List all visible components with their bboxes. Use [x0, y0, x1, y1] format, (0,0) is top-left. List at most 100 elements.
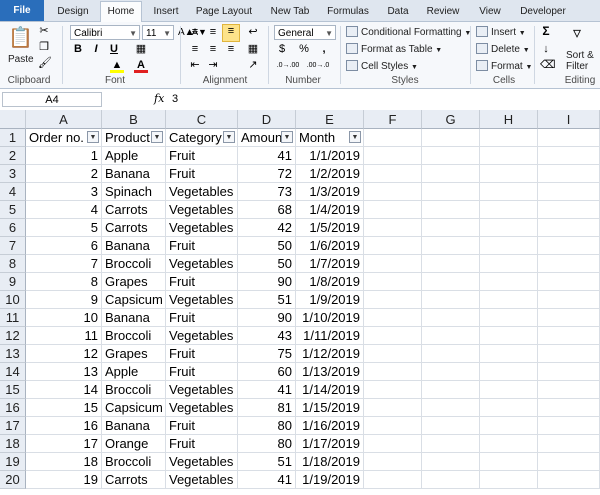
wrap-text-icon[interactable]: ↩: [246, 26, 260, 39]
format-cells-button[interactable]: Format ▼: [476, 60, 532, 72]
currency-button[interactable]: $: [276, 43, 288, 56]
table-cell[interactable]: 43: [238, 327, 296, 345]
table-cell[interactable]: [538, 273, 600, 291]
table-cell[interactable]: 18: [26, 453, 102, 471]
table-cell[interactable]: [538, 471, 600, 489]
column-header[interactable]: F: [364, 110, 422, 129]
table-cell[interactable]: 2: [26, 165, 102, 183]
table-cell[interactable]: [422, 471, 480, 489]
table-cell[interactable]: Vegetables: [166, 255, 238, 273]
table-cell[interactable]: Vegetables: [166, 291, 238, 309]
table-cell[interactable]: [422, 345, 480, 363]
table-cell[interactable]: Fruit: [166, 435, 238, 453]
table-cell[interactable]: 1/15/2019: [296, 399, 364, 417]
table-cell[interactable]: 50: [238, 237, 296, 255]
increase-decimal-button[interactable]: .0→.00: [274, 59, 302, 72]
header-cell[interactable]: [422, 129, 480, 147]
table-cell[interactable]: [538, 381, 600, 399]
table-cell[interactable]: 90: [238, 273, 296, 291]
filter-dropdown-icon[interactable]: ▼: [87, 131, 99, 143]
align-bottom-icon[interactable]: ≡: [222, 24, 240, 42]
table-cell[interactable]: [538, 399, 600, 417]
merge-cells-icon[interactable]: ▦: [246, 43, 260, 56]
table-cell[interactable]: 51: [238, 453, 296, 471]
table-cell[interactable]: [422, 417, 480, 435]
font-size-select[interactable]: 11 ▼: [142, 25, 174, 40]
comma-button[interactable]: ,: [318, 43, 330, 56]
table-cell[interactable]: [480, 201, 538, 219]
filter-dropdown-icon[interactable]: ▼: [223, 131, 235, 143]
italic-button[interactable]: I: [90, 43, 102, 56]
align-right-icon[interactable]: ≡: [224, 43, 238, 56]
table-cell[interactable]: 1/16/2019: [296, 417, 364, 435]
table-cell[interactable]: [422, 201, 480, 219]
table-cell[interactable]: 19: [26, 471, 102, 489]
table-cell[interactable]: 1/4/2019: [296, 201, 364, 219]
table-cell[interactable]: [422, 273, 480, 291]
orientation-icon[interactable]: ↗: [246, 59, 260, 72]
table-cell[interactable]: Fruit: [166, 147, 238, 165]
tab-design[interactable]: Design: [48, 3, 98, 20]
table-cell[interactable]: Carrots: [102, 471, 166, 489]
insert-function-button[interactable]: fx: [154, 92, 164, 105]
table-cell[interactable]: 1/1/2019: [296, 147, 364, 165]
table-cell[interactable]: [480, 453, 538, 471]
table-cell[interactable]: [480, 183, 538, 201]
header-cell[interactable]: Month ▼: [296, 129, 364, 147]
tab-home[interactable]: Home: [100, 1, 142, 23]
row-header[interactable]: 11: [0, 309, 26, 327]
table-cell[interactable]: [480, 417, 538, 435]
cut-icon[interactable]: ✂: [38, 25, 50, 38]
table-cell[interactable]: 14: [26, 381, 102, 399]
column-header[interactable]: H: [480, 110, 538, 129]
table-cell[interactable]: [538, 147, 600, 165]
table-cell[interactable]: 80: [238, 435, 296, 453]
table-cell[interactable]: 1/11/2019: [296, 327, 364, 345]
column-header[interactable]: G: [422, 110, 480, 129]
table-cell[interactable]: Fruit: [166, 309, 238, 327]
table-cell[interactable]: [480, 435, 538, 453]
table-cell[interactable]: 41: [238, 147, 296, 165]
table-cell[interactable]: Broccoli: [102, 381, 166, 399]
table-cell[interactable]: 42: [238, 219, 296, 237]
header-cell[interactable]: [538, 129, 600, 147]
table-cell[interactable]: 73: [238, 183, 296, 201]
table-cell[interactable]: [480, 147, 538, 165]
table-cell[interactable]: [422, 327, 480, 345]
sort-filter-icon[interactable]: ▿: [566, 25, 588, 43]
table-cell[interactable]: Banana: [102, 417, 166, 435]
paste-button[interactable]: Paste: [8, 54, 34, 65]
table-cell[interactable]: [364, 291, 422, 309]
table-cell[interactable]: [364, 453, 422, 471]
column-header[interactable]: C: [166, 110, 238, 129]
table-cell[interactable]: [538, 219, 600, 237]
table-cell[interactable]: Vegetables: [166, 453, 238, 471]
table-cell[interactable]: [538, 309, 600, 327]
table-cell[interactable]: 1/19/2019: [296, 471, 364, 489]
table-cell[interactable]: [538, 327, 600, 345]
tab-insert[interactable]: Insert: [144, 3, 188, 20]
row-header[interactable]: 19: [0, 453, 26, 471]
tab-review[interactable]: Review: [420, 3, 466, 20]
table-cell[interactable]: [364, 165, 422, 183]
table-cell[interactable]: Grapes: [102, 273, 166, 291]
fill-color-icon[interactable]: ▲: [110, 59, 124, 73]
row-header[interactable]: 3: [0, 165, 26, 183]
tab-developer[interactable]: Developer: [512, 3, 574, 20]
table-cell[interactable]: [422, 219, 480, 237]
table-cell[interactable]: 1/5/2019: [296, 219, 364, 237]
align-middle-icon[interactable]: ≡: [206, 26, 220, 39]
tab-new-tab[interactable]: New Tab: [262, 3, 318, 20]
table-cell[interactable]: Vegetables: [166, 327, 238, 345]
column-header[interactable]: I: [538, 110, 600, 129]
table-cell[interactable]: 3: [26, 183, 102, 201]
align-left-icon[interactable]: ≡: [188, 43, 202, 56]
table-cell[interactable]: 1/9/2019: [296, 291, 364, 309]
row-header[interactable]: 12: [0, 327, 26, 345]
column-header[interactable]: B: [102, 110, 166, 129]
cell-styles-button[interactable]: Cell Styles ▼: [346, 60, 418, 72]
table-cell[interactable]: Fruit: [166, 345, 238, 363]
header-cell[interactable]: Category ▼: [166, 129, 238, 147]
table-cell[interactable]: [364, 309, 422, 327]
table-cell[interactable]: 1/10/2019: [296, 309, 364, 327]
